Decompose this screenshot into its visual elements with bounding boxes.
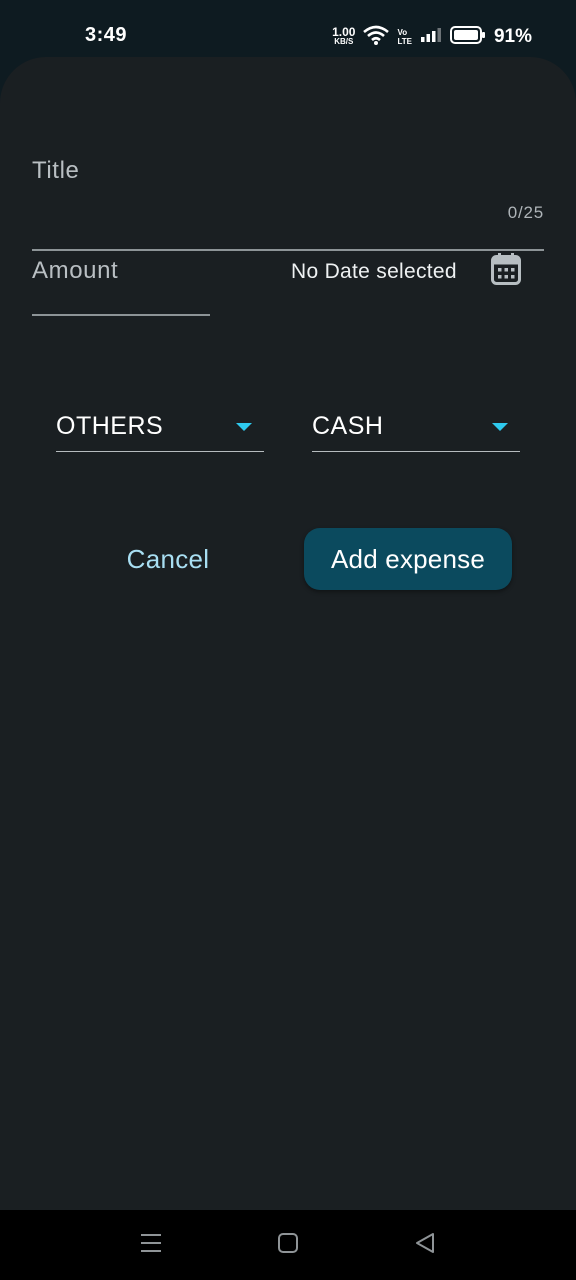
status-bar: 3:49 1.00 KB/S Vo LTE 91% [0, 0, 576, 60]
category-value: OTHERS [56, 412, 164, 440]
volte-top: Vo [397, 28, 408, 37]
status-time: 3:49 [85, 24, 128, 46]
date-picker-button[interactable] [488, 252, 524, 290]
signal-icon [420, 27, 442, 48]
title-character-counter: 0/25 [507, 203, 544, 222]
category-dropdown[interactable]: OTHERS [56, 407, 264, 453]
selected-date-label: No Date selected [291, 260, 457, 283]
battery-icon [449, 25, 486, 49]
payment-method-dropdown[interactable]: CASH [312, 407, 520, 453]
screen: 3:49 1.00 KB/S Vo LTE 91% Title 0/25 Amo… [0, 0, 576, 1280]
cancel-button[interactable]: Cancel [108, 528, 228, 590]
navigation-bar [0, 1210, 576, 1280]
payment-method-underline [312, 451, 520, 452]
battery-percentage: 91% [493, 26, 532, 47]
menu-icon [140, 1232, 162, 1259]
network-speed-unit: KB/S [334, 37, 354, 46]
home-icon [277, 1232, 299, 1259]
payment-method-value: CASH [312, 412, 384, 440]
amount-input[interactable]: Amount [32, 257, 210, 317]
network-speed: 1.00 KB/S [332, 25, 356, 47]
volte-bottom: LTE [397, 37, 412, 46]
home-button[interactable] [273, 1230, 303, 1260]
dropdown-arrow-icon [492, 423, 508, 431]
amount-underline [32, 314, 210, 316]
network-speed-value: 1.00 [332, 25, 356, 39]
volte-indicator: Vo LTE [397, 28, 412, 46]
title-input[interactable]: Title [32, 157, 544, 251]
calendar-icon [491, 252, 521, 290]
dropdown-arrow-icon [236, 423, 252, 431]
title-underline [32, 249, 544, 251]
add-expense-button[interactable]: Add expense [304, 528, 512, 590]
amount-placeholder: Amount [32, 257, 119, 284]
add-expense-sheet: Title 0/25 Amount No Date selected OTHER… [0, 57, 576, 1210]
back-button[interactable] [410, 1230, 440, 1260]
back-icon [414, 1232, 436, 1259]
recent-apps-button[interactable] [136, 1230, 166, 1260]
title-placeholder: Title [32, 157, 80, 184]
wifi-icon [363, 25, 390, 50]
category-underline [56, 451, 264, 452]
status-icons: 1.00 KB/S Vo LTE 91% [332, 24, 532, 50]
